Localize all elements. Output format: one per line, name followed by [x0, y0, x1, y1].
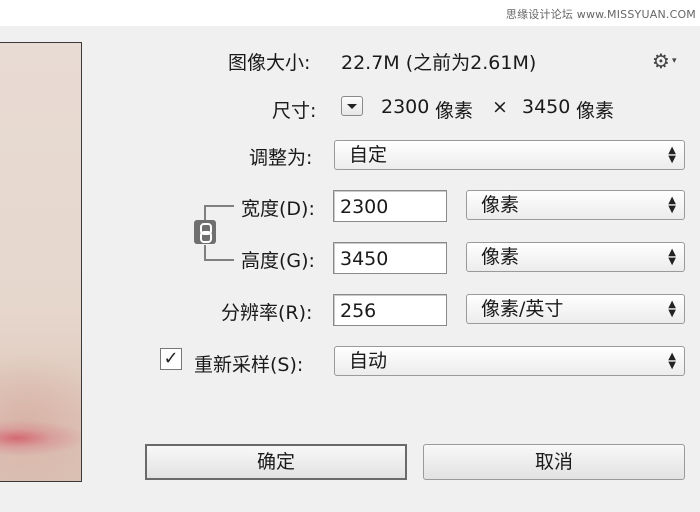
height-field[interactable]: 3450 — [333, 242, 447, 274]
dimensions-height-value: 3450 — [522, 96, 571, 118]
watermark-text: 思缘设计论坛 www.MISSYUAN.COM — [505, 8, 696, 21]
width-label: 宽度(D): — [241, 198, 315, 220]
chevron-down-icon[interactable]: ▾ — [672, 56, 677, 66]
link-icon[interactable] — [194, 220, 216, 244]
select-arrows-icon: ▲ ▼ — [668, 351, 676, 371]
fit-to-label: 调整为: — [249, 147, 313, 169]
select-arrows-icon: ▲ ▼ — [668, 145, 676, 165]
fit-to-value: 自定 — [349, 144, 388, 166]
gear-icon[interactable]: ⚙ — [652, 49, 670, 73]
dimensions-times-sign: × — [492, 96, 508, 118]
dimensions-width-unit: 像素 — [435, 100, 474, 122]
resample-checkbox[interactable]: ✓ — [160, 348, 182, 370]
dimensions-height-unit: 像素 — [576, 100, 615, 122]
image-size-value: 22.7M (之前为2.61M) — [341, 52, 537, 74]
image-preview[interactable] — [0, 42, 82, 482]
resample-method-value: 自动 — [349, 350, 388, 372]
resample-label: 重新采样(S): — [194, 354, 304, 376]
width-unit-select[interactable]: 像素 ▲ ▼ — [466, 190, 685, 220]
cancel-button[interactable]: 取消 — [423, 444, 685, 480]
resolution-unit-value: 像素/英寸 — [481, 298, 564, 320]
width-unit-value: 像素 — [481, 194, 520, 216]
constrain-bracket-top — [204, 205, 234, 221]
width-field[interactable]: 2300 — [333, 190, 447, 222]
resample-method-select[interactable]: 自动 ▲ ▼ — [334, 346, 685, 376]
resolution-unit-select[interactable]: 像素/英寸 ▲ ▼ — [466, 294, 685, 324]
top-bar: 思缘设计论坛 www.MISSYUAN.COM — [0, 0, 700, 26]
constrain-bracket-bottom — [204, 245, 234, 261]
dimensions-unit-dropdown[interactable] — [341, 96, 363, 116]
resolution-label: 分辨率(R): — [221, 302, 313, 324]
select-arrows-icon: ▲ ▼ — [668, 195, 676, 215]
height-label: 高度(G): — [241, 250, 315, 272]
select-arrows-icon: ▲ ▼ — [668, 247, 676, 267]
dimensions-label: 尺寸: — [272, 100, 317, 122]
image-size-label: 图像大小: — [228, 52, 311, 74]
fit-to-select[interactable]: 自定 ▲ ▼ — [334, 140, 685, 170]
dimensions-width-value: 2300 — [381, 96, 430, 118]
height-unit-select[interactable]: 像素 ▲ ▼ — [466, 242, 685, 272]
ok-button[interactable]: 确定 — [145, 444, 407, 480]
height-unit-value: 像素 — [481, 246, 520, 268]
resolution-field[interactable]: 256 — [333, 294, 447, 326]
select-arrows-icon: ▲ ▼ — [668, 299, 676, 319]
